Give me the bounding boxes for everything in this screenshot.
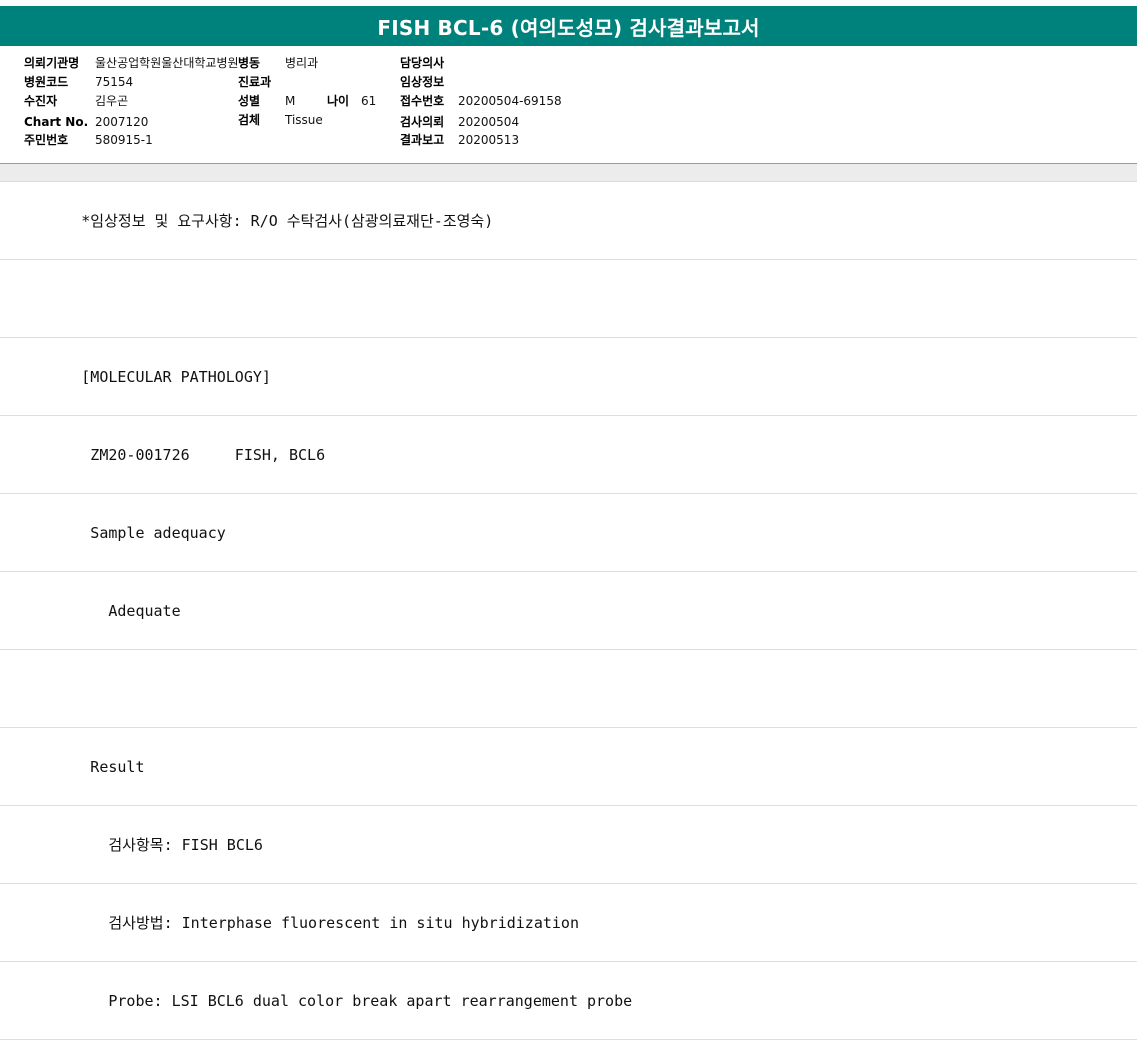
institution-label: 의뢰기관명: [24, 56, 80, 70]
age-value: 61: [361, 94, 377, 108]
doctor-label: 담당의사: [400, 56, 445, 70]
sample-adequacy-row: Sample adequacy: [0, 494, 1137, 572]
hospital-code-label: 병원코드: [24, 75, 69, 89]
hospital-code-value: 75154: [95, 75, 134, 89]
sex-value: M: [285, 94, 296, 108]
header-separator: [0, 164, 1137, 182]
report-title-bar: FISH BCL-6 (여의도성모) 검사결과보고서: [0, 6, 1137, 46]
clinical-request-row: *임상정보 및 요구사항: R/O 수탁검사(삼광의료재단-조영숙): [0, 182, 1137, 260]
report-date-value: 20200513: [458, 133, 520, 147]
specimen-value: Tissue: [285, 113, 323, 127]
report-body: *임상정보 및 요구사항: R/O 수탁검사(삼광의료재단-조영숙) [MOLE…: [0, 182, 1137, 1040]
age-label: 나이: [327, 94, 350, 108]
clinical-info-label: 임상정보: [400, 75, 445, 89]
institution-value: 울산공업학원울산대학교병원: [95, 56, 239, 70]
receipt-number-label: 접수번호: [400, 94, 445, 108]
chart-number-value: 2007120: [95, 115, 149, 129]
patient-info-header: 의뢰기관명 울산공업학원울산대학교병원 병동 병리과 담당의사 병원코드 751…: [0, 46, 1137, 164]
ward-value: 병리과: [285, 56, 319, 70]
blank-row: [0, 650, 1137, 728]
department-label: 진료과: [238, 75, 272, 89]
patient-value: 김우곤: [95, 94, 129, 108]
resident-number-label: 주민번호: [24, 133, 69, 147]
test-method-row: 검사방법: Interphase fluorescent in situ hyb…: [0, 884, 1137, 962]
request-date-label: 검사의뢰: [400, 115, 445, 129]
report-date-label: 결과보고: [400, 133, 445, 147]
section-heading-row: [MOLECULAR PATHOLOGY]: [0, 338, 1137, 416]
sex-label: 성별: [238, 94, 261, 108]
adequacy-value-row: Adequate: [0, 572, 1137, 650]
receipt-number-value: 20200504-69158: [458, 94, 562, 108]
blank-row: [0, 260, 1137, 338]
chart-number-label: Chart No.: [24, 115, 89, 129]
test-item-row: 검사항목: FISH BCL6: [0, 806, 1137, 884]
resident-number-value: 580915-1: [95, 133, 153, 147]
case-number-row: ZM20-001726 FISH, BCL6: [0, 416, 1137, 494]
probe-row: Probe: LSI BCL6 dual color break apart r…: [0, 962, 1137, 1040]
result-heading-row: Result: [0, 728, 1137, 806]
patient-label: 수진자: [24, 94, 58, 108]
request-date-value: 20200504: [458, 115, 520, 129]
report-title: FISH BCL-6 (여의도성모) 검사결과보고서: [377, 15, 760, 40]
ward-label: 병동: [238, 56, 261, 70]
specimen-label: 검체: [238, 113, 261, 127]
